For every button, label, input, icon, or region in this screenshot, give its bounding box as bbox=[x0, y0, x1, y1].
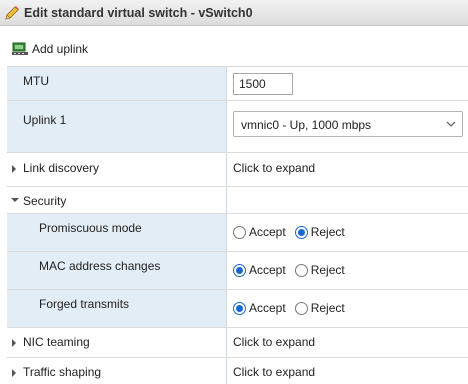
mac-accept-option[interactable]: Accept bbox=[233, 263, 286, 277]
network-adapter-icon bbox=[12, 42, 28, 55]
row-uplink-1: Uplink 1 vmnic0 - Up, 1000 mbps bbox=[7, 101, 468, 153]
promiscuous-accept-radio[interactable] bbox=[233, 225, 246, 239]
toolbar: Add uplink bbox=[0, 38, 468, 60]
traffic-shaping-expand-text[interactable]: Click to expand bbox=[233, 365, 315, 379]
promiscuous-accept-option[interactable]: Accept bbox=[233, 225, 286, 239]
mac-reject-radio[interactable] bbox=[294, 263, 308, 277]
uplink-1-value: vmnic0 - Up, 1000 mbps bbox=[241, 118, 372, 132]
mac-reject-option[interactable]: Reject bbox=[294, 263, 345, 277]
uplink-1-select[interactable]: vmnic0 - Up, 1000 mbps bbox=[233, 111, 463, 137]
promiscuous-reject-radio[interactable] bbox=[294, 225, 308, 239]
mac-address-changes-label: MAC address changes bbox=[39, 259, 161, 273]
row-link-discovery[interactable]: Link discovery Click to expand bbox=[7, 153, 468, 187]
traffic-shaping-label: Traffic shaping bbox=[23, 365, 102, 379]
forged-accept-option[interactable]: Accept bbox=[233, 301, 286, 315]
forged-accept-radio[interactable] bbox=[233, 301, 246, 315]
link-discovery-label: Link discovery bbox=[23, 161, 100, 175]
row-forged-transmits: Forged transmits Accept Reject bbox=[7, 290, 468, 328]
nic-teaming-expand-text[interactable]: Click to expand bbox=[233, 335, 315, 349]
expand-arrow-icon[interactable] bbox=[12, 165, 16, 173]
add-uplink-button[interactable]: Add uplink bbox=[12, 42, 88, 56]
forged-reject-radio[interactable] bbox=[294, 301, 308, 315]
add-uplink-label: Add uplink bbox=[32, 42, 89, 56]
chevron-down-icon bbox=[446, 121, 456, 127]
nic-teaming-label: NIC teaming bbox=[23, 335, 90, 349]
pencil-icon bbox=[5, 5, 19, 20]
settings-grid: MTU Uplink 1 vmnic0 - Up, 1000 mbps Link… bbox=[7, 66, 468, 384]
forged-transmits-label: Forged transmits bbox=[39, 297, 130, 311]
forged-reject-option[interactable]: Reject bbox=[294, 301, 345, 315]
promiscuous-mode-label: Promiscuous mode bbox=[39, 221, 142, 235]
promiscuous-mode-radio-group: Accept Reject bbox=[233, 225, 348, 239]
forged-transmits-radio-group: Accept Reject bbox=[233, 301, 348, 315]
mtu-label: MTU bbox=[23, 74, 49, 88]
row-security[interactable]: Security bbox=[7, 187, 468, 214]
expand-arrow-icon[interactable] bbox=[12, 369, 16, 377]
promiscuous-reject-option[interactable]: Reject bbox=[294, 225, 345, 239]
mac-accept-radio[interactable] bbox=[233, 263, 246, 277]
row-traffic-shaping[interactable]: Traffic shaping Click to expand bbox=[7, 358, 468, 384]
expand-arrow-icon[interactable] bbox=[12, 339, 16, 347]
dialog-titlebar: Edit standard virtual switch - vSwitch0 bbox=[0, 0, 468, 26]
mac-address-changes-radio-group: Accept Reject bbox=[233, 263, 348, 277]
row-nic-teaming[interactable]: NIC teaming Click to expand bbox=[7, 328, 468, 358]
row-mac-address-changes: MAC address changes Accept Reject bbox=[7, 252, 468, 290]
uplink-1-label: Uplink 1 bbox=[23, 113, 67, 127]
row-mtu: MTU bbox=[7, 67, 468, 101]
collapse-arrow-icon[interactable] bbox=[11, 198, 19, 202]
link-discovery-expand-text[interactable]: Click to expand bbox=[233, 161, 315, 175]
security-label: Security bbox=[23, 194, 67, 208]
dialog-title: Edit standard virtual switch - vSwitch0 bbox=[24, 5, 253, 20]
row-promiscuous-mode: Promiscuous mode Accept Reject bbox=[7, 214, 468, 252]
mtu-input[interactable] bbox=[233, 73, 293, 95]
